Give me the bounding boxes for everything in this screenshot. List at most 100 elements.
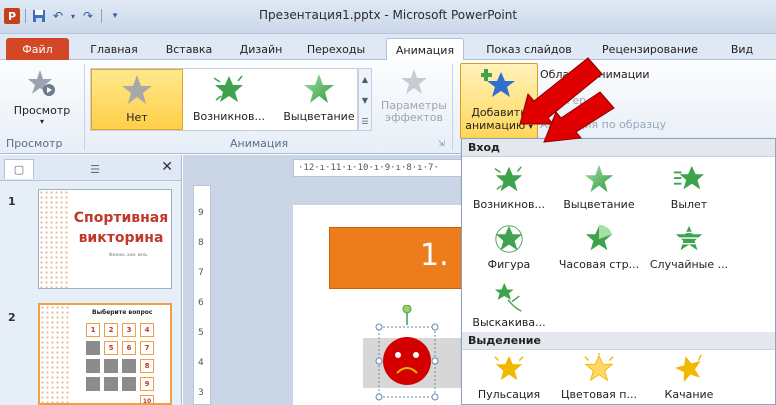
trigger-button[interactable]: Триггер ▾ bbox=[540, 94, 594, 107]
entrance-shape[interactable]: Фигура bbox=[464, 223, 554, 271]
gallery-item-fade[interactable]: Выцветание bbox=[273, 69, 365, 130]
appear-star-icon bbox=[494, 166, 523, 192]
cell: 9 bbox=[140, 377, 154, 391]
entrance-grow-turn[interactable]: Выскакива... bbox=[464, 281, 554, 329]
cell-filled bbox=[104, 377, 118, 391]
ribbon-tabs: Файл Главная Вставка Дизайн Переходы Ани… bbox=[0, 34, 776, 61]
slide-thumbnail-1[interactable]: Спортивная викторина Физика, хим, вель bbox=[38, 189, 172, 289]
fade-star-icon bbox=[584, 164, 614, 193]
add-animation-label-1: Добавить bbox=[471, 106, 527, 119]
emphasis-color-pulse[interactable]: Цветовая п... bbox=[554, 353, 644, 401]
gallery-item-none[interactable]: Нет bbox=[91, 69, 183, 130]
entrance-fly-in[interactable]: Вылет bbox=[644, 163, 734, 211]
cell: 7 bbox=[140, 341, 154, 355]
smiley-shape[interactable] bbox=[373, 305, 453, 405]
random-bars-star-icon bbox=[674, 225, 704, 251]
section-emphasis: Выделение bbox=[462, 332, 775, 350]
group-label-preview: Просмотр bbox=[6, 137, 63, 150]
section-entrance: Вход bbox=[462, 139, 775, 157]
ruler-tick: 9 bbox=[198, 208, 204, 218]
ruler-tick: 8 bbox=[198, 238, 204, 248]
cell-filled bbox=[122, 377, 136, 391]
slides-panel: ▢ ☰ ✕ 1 Спортивная викторина Физика, хим… bbox=[0, 155, 182, 405]
slide-1-title-2: викторина bbox=[78, 230, 164, 246]
cell: 8 bbox=[140, 359, 154, 373]
ruler-tick: 7 bbox=[198, 268, 204, 278]
group-separator bbox=[452, 64, 453, 150]
animation-painter-button[interactable]: Анимация по образцу bbox=[540, 118, 666, 131]
tab-insert[interactable]: Вставка bbox=[158, 38, 220, 60]
preview-label: Просмотр bbox=[13, 104, 71, 117]
grow-turn-star-icon bbox=[494, 282, 522, 312]
group-separator bbox=[84, 64, 85, 150]
outline-tab-icon[interactable]: ☰ bbox=[80, 159, 110, 179]
tab-review[interactable]: Рецензирование bbox=[590, 38, 710, 60]
ruler-tick: 3 bbox=[198, 388, 204, 398]
gallery-down-icon[interactable]: ▼ bbox=[359, 90, 371, 111]
emphasis-teeter[interactable]: Качание bbox=[644, 353, 734, 401]
pattern-decoration bbox=[40, 305, 70, 403]
gallery-scrollbar[interactable]: ▲ ▼ ☰ bbox=[358, 68, 372, 131]
star-icon bbox=[122, 75, 152, 104]
item-label: Выцветание bbox=[563, 198, 635, 211]
entrance-random-bars[interactable]: Случайные ... bbox=[644, 223, 734, 271]
teeter-star-icon bbox=[675, 354, 702, 383]
cell-filled bbox=[122, 359, 136, 373]
emphasis-pulse[interactable]: Пульсация bbox=[464, 353, 554, 401]
animation-pane-button[interactable]: Область анимации bbox=[540, 68, 650, 81]
gallery-more-icon[interactable]: ☰ bbox=[359, 111, 371, 132]
appear-star-icon bbox=[213, 75, 243, 102]
slides-tab-icon[interactable]: ▢ bbox=[4, 159, 34, 179]
entrance-wheel[interactable]: Часовая стр... bbox=[554, 223, 644, 271]
item-label: Цветовая п... bbox=[561, 388, 637, 401]
cell-filled bbox=[86, 359, 100, 373]
tab-slideshow[interactable]: Показ слайдов bbox=[478, 38, 580, 60]
slide-thumbnail-2[interactable]: Выберите вопрос 1 2 3 4 5 6 7 8 9 10 bbox=[38, 303, 172, 405]
add-animation-star-icon bbox=[481, 69, 515, 97]
pulse-star-icon bbox=[494, 355, 524, 381]
item-label: Качание bbox=[664, 388, 714, 401]
entrance-fade[interactable]: Выцветание bbox=[554, 163, 644, 211]
ruler-tick: 4 bbox=[198, 358, 204, 368]
gallery-item-label: Выцветание bbox=[283, 110, 355, 123]
group-label-animation: Анимация bbox=[230, 137, 289, 150]
ruler-tick: 6 bbox=[198, 298, 204, 308]
item-label: Возникнов... bbox=[472, 198, 545, 211]
close-icon[interactable]: ✕ bbox=[161, 159, 173, 175]
vertical-ruler[interactable]: 9 8 7 6 5 4 3 bbox=[193, 185, 211, 405]
pattern-decoration bbox=[39, 190, 69, 288]
trigger-label: Триггер bbox=[540, 94, 587, 107]
add-animation-button[interactable]: Добавить анимацию ▾ bbox=[460, 63, 538, 139]
gallery-item-appear[interactable]: Возникнов... bbox=[183, 69, 275, 130]
animation-gallery: Нет Возникнов... Выцветание bbox=[90, 68, 358, 131]
window-title: Презентация1.pptx - Microsoft PowerPoint bbox=[258, 8, 518, 22]
panel-tabs: ▢ ☰ ✕ bbox=[0, 155, 181, 181]
gallery-up-icon[interactable]: ▲ bbox=[359, 69, 371, 90]
add-animation-label-2: анимацию bbox=[465, 119, 526, 132]
cell-filled bbox=[86, 377, 100, 391]
fly-in-star-icon bbox=[673, 165, 705, 190]
tab-view[interactable]: Вид bbox=[722, 38, 762, 60]
tab-home[interactable]: Главная bbox=[82, 38, 146, 60]
slide-1-subtitle: Физика, хим, вель bbox=[109, 252, 148, 257]
tab-design[interactable]: Дизайн bbox=[232, 38, 290, 60]
cell-filled bbox=[104, 359, 118, 373]
cell: 3 bbox=[122, 323, 136, 337]
dialog-launcher-icon[interactable]: ⇲ bbox=[438, 139, 445, 148]
cell: 4 bbox=[140, 323, 154, 337]
effect-options-button[interactable]: Параметры эффектов bbox=[378, 68, 450, 124]
tab-file[interactable]: Файл bbox=[6, 38, 69, 60]
entrance-appear[interactable]: Возникнов... bbox=[464, 163, 554, 211]
tab-animations[interactable]: Анимация bbox=[386, 38, 464, 61]
shape-star-icon bbox=[495, 225, 523, 253]
slide-number: 1 bbox=[8, 195, 16, 208]
cell: 6 bbox=[122, 341, 136, 355]
cell: 10 bbox=[140, 395, 154, 403]
cell: 1 bbox=[86, 323, 100, 337]
animation-painter-label: Анимация по образцу bbox=[540, 118, 667, 131]
preview-button[interactable]: Просмотр ▾ bbox=[6, 68, 78, 126]
color-pulse-star-icon bbox=[584, 353, 614, 382]
tab-transitions[interactable]: Переходы bbox=[300, 38, 372, 60]
slide-1-title-1: Спортивная bbox=[73, 210, 169, 226]
chevron-down-icon: ▾ bbox=[528, 122, 533, 131]
